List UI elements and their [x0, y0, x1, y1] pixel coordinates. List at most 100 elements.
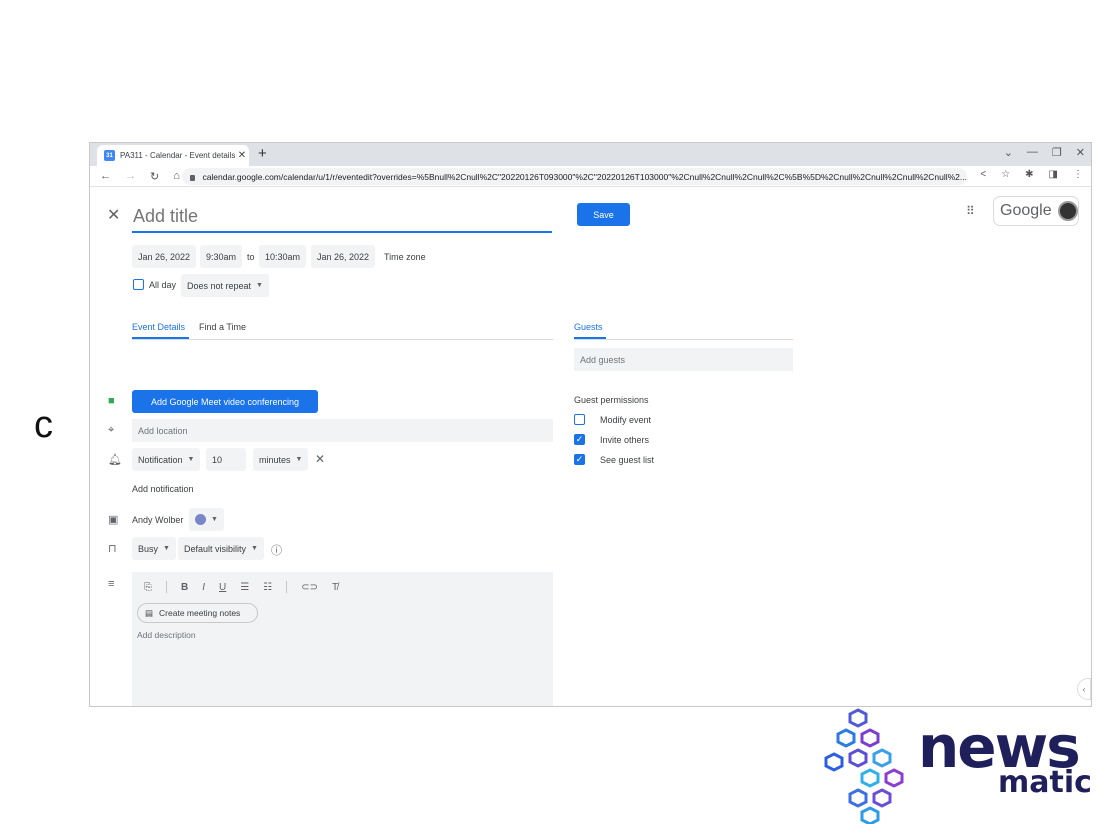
repeat-dropdown[interactable]: Does not repeat ▼: [181, 274, 269, 297]
caret-down-icon: ▼: [211, 516, 218, 523]
window-controls: ⌄ — ❐ ✕: [1004, 146, 1085, 159]
apps-grid-icon[interactable]: ⠿: [966, 204, 975, 218]
title-input[interactable]: [132, 201, 552, 233]
newsmatic-logo: news matic: [822, 706, 1102, 826]
invite-others-label: Invite others: [600, 435, 650, 445]
availability-dropdown[interactable]: Busy ▼: [132, 537, 176, 560]
event-edit-page: ✕ Save ⠿ Google Jan 26, 2022 9:30am to 1…: [90, 188, 1091, 706]
reload-icon[interactable]: ↻: [150, 170, 159, 183]
avatar: [1057, 201, 1078, 221]
see-guest-list-label: See guest list: [600, 455, 655, 465]
numbered-list-icon[interactable]: ☰: [240, 582, 249, 593]
remove-notification-icon[interactable]: ✕: [315, 452, 325, 466]
availability-value: Busy: [138, 543, 159, 554]
time-zone-button[interactable]: Time zone: [378, 245, 432, 268]
calendar-color-dot: [195, 514, 206, 525]
browser-menu-icon[interactable]: ⋮: [1073, 169, 1083, 180]
visibility-dropdown[interactable]: Default visibility ▼: [178, 537, 264, 560]
tab-find-a-time[interactable]: Find a Time: [199, 322, 246, 332]
google-meet-icon: ■: [108, 395, 115, 407]
chevron-left-icon: ‹: [1082, 684, 1086, 694]
browser-tab[interactable]: 31 PA311 - Calendar - Event details ✕: [97, 145, 249, 166]
hexagon-network-icon: [824, 708, 904, 826]
guests-divider: [574, 339, 793, 340]
caret-down-icon: ▼: [251, 545, 258, 552]
close-icon[interactable]: ✕: [107, 205, 120, 225]
italic-icon[interactable]: I: [202, 582, 205, 593]
clear-formatting-icon[interactable]: T̸: [332, 582, 338, 593]
tab-search-icon[interactable]: ⌄: [1004, 146, 1013, 159]
location-input[interactable]: Add location: [132, 419, 553, 442]
attachment-icon[interactable]: ⎘: [144, 582, 152, 593]
share-icon[interactable]: <: [980, 169, 986, 180]
home-icon[interactable]: ⌂: [173, 170, 180, 183]
link-icon[interactable]: ⊂⊃: [301, 582, 318, 593]
add-guests-input[interactable]: Add guests: [574, 348, 793, 371]
logo-matic-text: matic: [998, 765, 1092, 800]
help-icon[interactable]: ⓘ: [271, 542, 282, 558]
tab-close-icon[interactable]: ✕: [235, 150, 249, 161]
bookmark-star-icon[interactable]: ☆: [1001, 169, 1010, 180]
notification-unit-dropdown[interactable]: minutes ▼: [253, 448, 309, 471]
tab-guests[interactable]: Guests: [574, 322, 603, 332]
toolbar-divider: [166, 581, 167, 593]
calendar-favicon-icon: 31: [104, 150, 115, 161]
description-lines-icon: ≡: [108, 578, 115, 590]
all-day-label: All day: [149, 280, 177, 290]
underline-icon[interactable]: U: [219, 582, 226, 593]
notification-unit-value: minutes: [259, 454, 291, 465]
visibility-value: Default visibility: [184, 543, 247, 554]
tab-title: PA311 - Calendar - Event details: [120, 151, 235, 160]
end-date-chip[interactable]: Jan 26, 2022: [311, 245, 376, 268]
repeat-value: Does not repeat: [187, 280, 252, 291]
toolbar-divider: [286, 581, 288, 593]
side-panel-icon[interactable]: ◨: [1049, 169, 1058, 180]
see-guest-list-checkbox[interactable]: ✓: [574, 454, 585, 465]
modify-event-checkbox[interactable]: [574, 414, 585, 425]
description-placeholder: Add description: [137, 630, 196, 640]
start-time-chip[interactable]: 9:30am: [200, 245, 243, 268]
notes-button-label: Create meeting notes: [159, 608, 241, 618]
all-day-checkbox[interactable]: [133, 279, 144, 290]
bell-icon: 🔔︎: [108, 454, 122, 466]
extensions-icon[interactable]: ✱: [1025, 169, 1033, 180]
url-field[interactable]: calendar.google.com/calendar/u/1/r/event…: [182, 168, 967, 185]
bold-icon[interactable]: B: [181, 582, 188, 593]
side-panel-toggle[interactable]: ‹: [1077, 678, 1091, 700]
description-editor[interactable]: ⎘ B I U ☰ ☷ ⊂⊃ T̸ ▤ Create meeting notes…: [132, 572, 553, 706]
browser-window: 31 PA311 - Calendar - Event details ✕ + …: [89, 142, 1092, 707]
add-notification-link[interactable]: Add notification: [132, 484, 194, 494]
tab-strip: 31 PA311 - Calendar - Event details ✕ + …: [90, 143, 1091, 166]
caret-down-icon: ▼: [295, 456, 303, 463]
back-icon[interactable]: ←: [100, 170, 111, 183]
notification-type-value: Notification: [138, 454, 183, 465]
details-divider: [132, 339, 553, 340]
tab-event-details[interactable]: Event Details: [132, 322, 185, 332]
start-date-chip[interactable]: Jan 26, 2022: [132, 245, 197, 268]
invite-others-checkbox[interactable]: ✓: [574, 434, 585, 445]
bulleted-list-icon[interactable]: ☷: [263, 582, 272, 593]
save-button[interactable]: Save: [577, 203, 630, 226]
slide-letter: c: [34, 404, 53, 446]
modify-event-label: Modify event: [600, 415, 652, 425]
calendar-color-dropdown[interactable]: ▼: [189, 508, 224, 531]
restore-icon[interactable]: ❐: [1052, 146, 1062, 159]
google-wordmark: Google: [1000, 202, 1052, 219]
guest-permissions-title: Guest permissions: [574, 395, 649, 405]
notification-amount-input[interactable]: 10: [206, 448, 246, 471]
create-meeting-notes-button[interactable]: ▤ Create meeting notes: [137, 603, 258, 623]
new-tab-button[interactable]: +: [258, 145, 267, 162]
google-account-chip[interactable]: Google: [993, 196, 1079, 226]
url-text: calendar.google.com/calendar/u/1/r/event…: [202, 171, 967, 182]
end-time-chip[interactable]: 10:30am: [259, 245, 307, 268]
to-label: to: [247, 252, 255, 262]
lock-icon: [190, 174, 196, 181]
caret-down-icon: ▼: [256, 282, 263, 289]
forward-icon[interactable]: →: [125, 170, 136, 183]
window-close-icon[interactable]: ✕: [1076, 146, 1085, 159]
add-meet-button[interactable]: Add Google Meet video conferencing: [132, 390, 318, 413]
location-pin-icon: ⌖: [108, 424, 115, 436]
format-toolbar: ⎘ B I U ☰ ☷ ⊂⊃ T̸: [144, 581, 338, 593]
minimize-icon[interactable]: —: [1027, 146, 1038, 159]
notification-type-dropdown[interactable]: Notification ▼: [132, 448, 201, 471]
